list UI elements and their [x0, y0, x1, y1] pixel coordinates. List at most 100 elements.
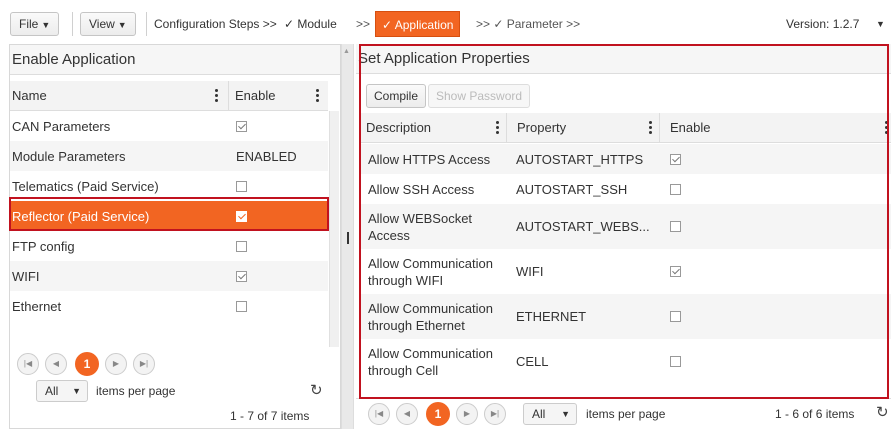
- enable-checkbox[interactable]: [670, 183, 681, 195]
- caret-down-icon: ▼: [72, 386, 81, 396]
- application-properties-panel: Set Application Properties Compile Show …: [356, 44, 891, 429]
- enable-checkbox[interactable]: [236, 270, 247, 282]
- column-menu-icon[interactable]: [316, 89, 320, 103]
- table-row[interactable]: Module Parameters ENABLED: [10, 141, 328, 171]
- show-password-button[interactable]: Show Password: [428, 84, 531, 108]
- enable-checkbox[interactable]: [236, 300, 247, 312]
- compile-button[interactable]: Compile: [366, 84, 427, 108]
- toolbar-divider: [146, 12, 147, 36]
- caret-down-icon: ▼: [561, 409, 570, 419]
- vertical-scrollbar[interactable]: [329, 111, 339, 347]
- table-row[interactable]: Allow HTTPS Access AUTOSTART_HTTPS: [360, 144, 891, 174]
- table-row[interactable]: Allow Communication through Cell CELL: [360, 339, 891, 384]
- version-label: Version: 1.2.7: [786, 17, 860, 31]
- row-enable: [236, 201, 326, 231]
- column-header-description[interactable]: Description: [360, 113, 506, 143]
- step-parameter[interactable]: >> ✓ Parameter >>: [476, 12, 580, 36]
- table-row[interactable]: Telematics (Paid Service): [10, 171, 328, 201]
- column-header-enable[interactable]: Enable: [659, 113, 891, 143]
- enable-checkbox[interactable]: [236, 210, 247, 222]
- refresh-icon[interactable]: ↻: [310, 381, 323, 399]
- enable-checkbox[interactable]: [670, 356, 681, 367]
- items-per-page-select[interactable]: All ▼: [36, 380, 88, 402]
- refresh-icon[interactable]: ↻: [876, 403, 889, 421]
- step-application-active[interactable]: ✓ Application: [375, 11, 461, 37]
- table-row[interactable]: Reflector (Paid Service): [10, 201, 328, 231]
- table-row[interactable]: Ethernet: [10, 291, 328, 321]
- next-page-icon[interactable]: ▶: [105, 353, 127, 375]
- grid-header: Description Property Enable: [360, 113, 891, 143]
- items-per-page-value: All: [532, 407, 546, 421]
- pager-summary: 1 - 7 of 7 items: [230, 409, 310, 423]
- row-enable: [670, 174, 710, 204]
- grid-header: Name Enable: [10, 81, 328, 111]
- enable-checkbox[interactable]: [236, 120, 247, 132]
- row-enable: [670, 339, 710, 384]
- splitter-handle-icon[interactable]: [347, 232, 349, 244]
- row-description: Allow HTTPS Access: [368, 151, 491, 167]
- row-enable: [236, 231, 326, 261]
- row-enable: [236, 171, 326, 201]
- row-enable: [670, 144, 710, 174]
- column-header-property[interactable]: Property: [506, 113, 658, 143]
- row-description: Allow SSH Access: [368, 181, 475, 197]
- last-page-icon[interactable]: ▶|: [133, 353, 155, 375]
- row-description: Allow Communication through Cell: [368, 345, 493, 378]
- enable-checkbox[interactable]: [670, 266, 681, 277]
- column-header-enable[interactable]: Enable: [228, 81, 328, 111]
- row-name: Telematics (Paid Service): [12, 178, 159, 194]
- enable-checkbox[interactable]: [236, 240, 247, 252]
- prev-page-icon[interactable]: ◀: [45, 353, 67, 375]
- column-menu-icon[interactable]: [215, 89, 219, 103]
- row-name: Module Parameters: [12, 148, 126, 164]
- row-enable: ENABLED: [236, 148, 297, 164]
- scroll-up-icon[interactable]: ▲: [343, 48, 350, 55]
- table-row[interactable]: Allow Communication through Ethernet ETHE…: [360, 294, 891, 339]
- panel-title: Enable Application: [10, 45, 340, 75]
- step-module[interactable]: ✓ Module: [284, 12, 337, 36]
- enable-checkbox[interactable]: [670, 153, 681, 165]
- table-row[interactable]: Allow SSH Access AUTOSTART_SSH: [360, 174, 891, 204]
- items-per-page-value: All: [45, 384, 59, 398]
- enable-checkbox[interactable]: [670, 221, 681, 232]
- enable-checkbox[interactable]: [670, 311, 681, 322]
- toolbar: File ▼ View ▼ Configuration Steps >> ✓ Mod…: [0, 0, 891, 44]
- items-per-page-select[interactable]: All ▼: [523, 403, 577, 425]
- table-row[interactable]: CAN Parameters: [10, 111, 328, 141]
- enable-application-panel: Enable Application Name Enable CAN Param…: [9, 44, 341, 429]
- row-enable: [236, 111, 326, 141]
- row-description: Allow Communication through WIFI: [368, 255, 493, 288]
- panel-splitter[interactable]: ▲: [341, 44, 354, 429]
- row-name: FTP config: [12, 238, 75, 254]
- column-menu-icon[interactable]: [649, 121, 653, 135]
- table-row[interactable]: Allow WEBSocket Access AUTOSTART_WEBS...: [360, 204, 891, 249]
- column-menu-icon[interactable]: [496, 121, 500, 135]
- view-menu-button[interactable]: View ▼: [80, 12, 136, 36]
- row-property: CELL: [516, 354, 549, 369]
- pager-summary: 1 - 6 of 6 items: [775, 407, 855, 421]
- last-page-icon[interactable]: ▶|: [484, 403, 506, 425]
- column-header-name[interactable]: Name: [10, 81, 228, 111]
- step-separator: >>: [356, 17, 371, 31]
- row-enable: [236, 261, 326, 291]
- page-number-current[interactable]: 1: [426, 402, 450, 426]
- page-number-current[interactable]: 1: [75, 352, 99, 376]
- first-page-icon[interactable]: |◀: [17, 353, 39, 375]
- file-menu-button[interactable]: File ▼: [10, 12, 60, 36]
- next-page-icon[interactable]: ▶: [456, 403, 478, 425]
- table-row[interactable]: Allow Communication through WIFI WIFI: [360, 249, 891, 294]
- row-description: Allow WEBSocket Access: [368, 210, 473, 243]
- column-menu-icon[interactable]: [885, 121, 889, 135]
- table-row[interactable]: FTP config: [10, 231, 328, 261]
- table-row[interactable]: WIFI: [10, 261, 328, 291]
- first-page-icon[interactable]: |◀: [368, 403, 390, 425]
- version-dropdown-icon[interactable]: ▼: [876, 12, 885, 36]
- row-description: Allow Communication through Ethernet: [368, 300, 493, 333]
- file-menu-label: File: [19, 17, 39, 31]
- items-per-page-label: items per page: [586, 407, 666, 421]
- row-property: AUTOSTART_SSH: [516, 181, 628, 197]
- prev-page-icon[interactable]: ◀: [396, 403, 418, 425]
- row-name: Reflector (Paid Service): [12, 208, 150, 224]
- row-enable: [670, 204, 710, 249]
- enable-checkbox[interactable]: [236, 180, 247, 192]
